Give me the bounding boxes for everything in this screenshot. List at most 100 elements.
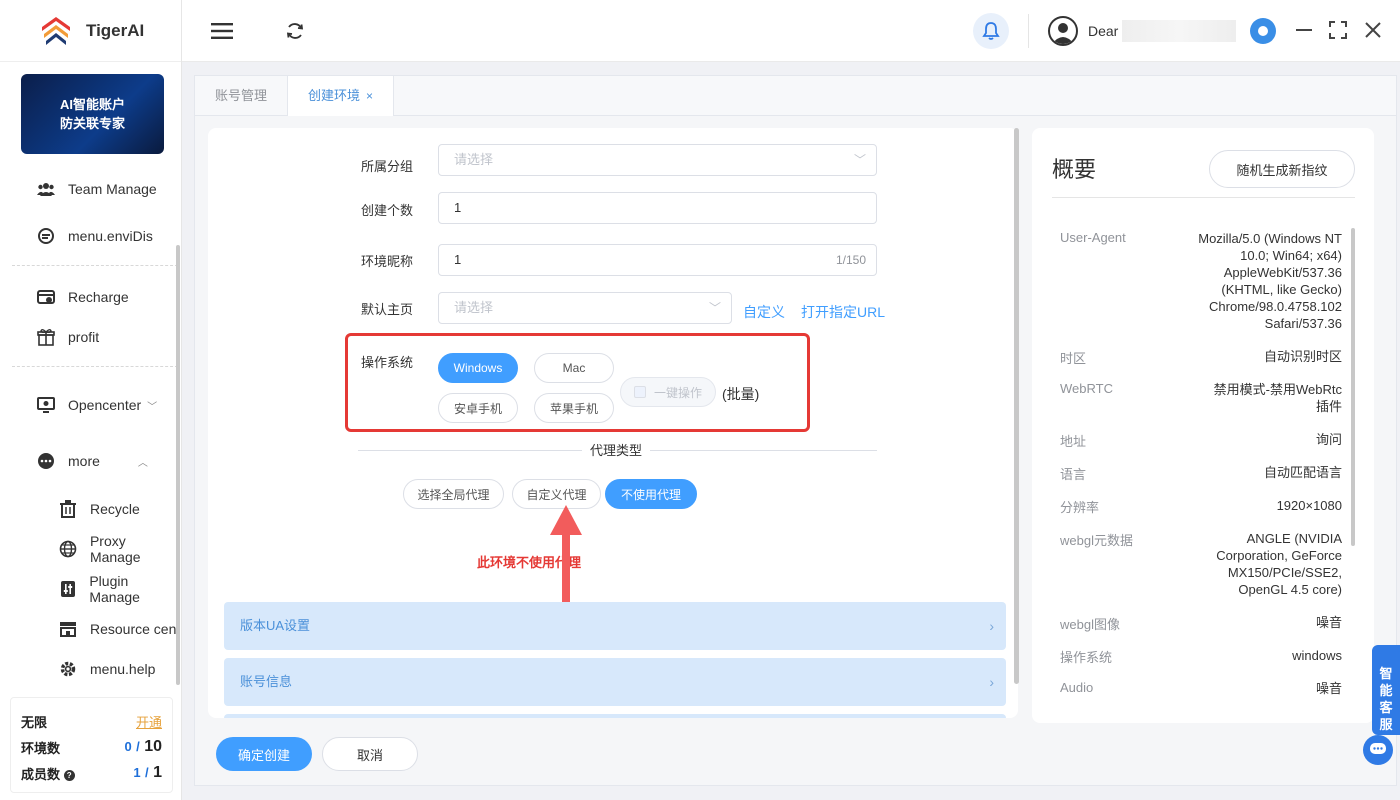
username-redacted xyxy=(1122,20,1236,42)
member-count-label: 成员数 ? xyxy=(21,764,75,783)
sidebar-scrollbar[interactable] xyxy=(176,245,180,685)
sidebar-item-profit[interactable]: profit xyxy=(0,321,180,353)
group-label: 所属分组 xyxy=(361,159,414,174)
sidebar-divider xyxy=(12,366,178,367)
regenerate-fingerprint-button[interactable]: 随机生成新指纹 xyxy=(1209,150,1355,188)
sidebar-item-team-manage[interactable]: Team Manage xyxy=(0,173,180,205)
sidebar-item-proxy-manage[interactable]: Proxy Manage xyxy=(0,533,180,565)
avatar[interactable] xyxy=(1048,16,1078,46)
open-plan-link[interactable]: 开通 xyxy=(136,712,162,731)
globe-icon xyxy=(57,538,79,560)
sidebar-item-more[interactable]: more ︿ xyxy=(0,445,180,477)
section-next-partial xyxy=(224,714,1006,718)
target-icon[interactable] xyxy=(1250,18,1276,44)
tab-account-manage[interactable]: 账号管理 xyxy=(195,76,287,116)
summary-divider xyxy=(1052,197,1355,198)
tiger-logo-icon xyxy=(40,15,72,47)
refresh-icon[interactable] xyxy=(281,17,309,45)
sidebar-item-plugin-manage[interactable]: Plugin Manage xyxy=(0,573,180,605)
summary-title: 概要 xyxy=(1052,157,1097,182)
os-option-android[interactable]: 安卓手机 xyxy=(438,393,518,423)
smart-support-tab[interactable]: 智能客服 xyxy=(1372,645,1400,735)
gift-icon xyxy=(35,326,57,348)
recharge-icon xyxy=(35,286,57,308)
tab-close-icon[interactable]: × xyxy=(366,89,373,103)
sidebar-item-recycle[interactable]: Recycle xyxy=(0,493,180,525)
os-label: 操作系统 xyxy=(361,355,414,370)
menu-icon[interactable] xyxy=(208,17,236,45)
notification-bell-icon[interactable] xyxy=(973,13,1009,49)
proxy-option-none[interactable]: 不使用代理 xyxy=(605,479,697,509)
store-icon xyxy=(57,618,79,640)
sidebar-item-label: Team Manage xyxy=(68,181,157,197)
proxy-section-title: 代理类型 xyxy=(582,440,651,459)
gear-icon xyxy=(57,658,79,680)
more-icon xyxy=(35,450,57,472)
help-icon[interactable]: ? xyxy=(63,769,75,781)
sidebar-item-label: Recharge xyxy=(68,289,129,305)
quota-member-row: 成员数 ? 1 / 1 xyxy=(21,760,162,786)
count-label: 创建个数 xyxy=(361,203,414,218)
sidebar-item-label: Opencenter xyxy=(68,397,142,413)
sidebar-item-label: menu.enviDis xyxy=(68,228,153,244)
chat-bubble-icon[interactable] xyxy=(1363,735,1393,765)
sidebar-item-envidis[interactable]: menu.enviDis xyxy=(0,220,180,252)
summary-scrollbar[interactable] xyxy=(1351,228,1355,546)
batch-checkbox[interactable]: 一键操作 xyxy=(620,377,716,407)
top-header: Dear xyxy=(182,0,1400,62)
logo[interactable]: TigerAI xyxy=(0,0,181,62)
minimize-icon[interactable] xyxy=(1292,18,1316,42)
confirm-create-button[interactable]: 确定创建 xyxy=(216,737,312,771)
summary-panel: 概要 随机生成新指纹 User-Agent Mozilla/5.0 (Window… xyxy=(1032,128,1374,723)
proxy-option-global[interactable]: 选择全局代理 xyxy=(403,479,504,509)
maximize-icon[interactable] xyxy=(1326,18,1350,42)
plugin-icon xyxy=(57,578,78,600)
quota-plan-row: 无限 开通 xyxy=(21,708,162,734)
app-window: TigerAI AI智能账户 防关联专家 Team Manage menu.en… xyxy=(0,0,1400,800)
plan-label: 无限 xyxy=(21,714,48,730)
sidebar-item-label: Plugin Manage xyxy=(89,573,140,605)
trash-icon xyxy=(57,498,79,520)
member-count-value: 1 / 1 xyxy=(133,764,162,781)
homepage-select[interactable]: 请选择 ﹀ xyxy=(438,292,732,324)
nickname-label: 环境昵称 xyxy=(361,254,414,269)
tab-create-env[interactable]: 创建环境 × xyxy=(287,76,395,117)
homepage-url-link[interactable]: 打开指定URL xyxy=(801,302,885,322)
cancel-button[interactable]: 取消 xyxy=(322,737,418,771)
chevron-up-icon: ︿ xyxy=(137,457,148,469)
count-input[interactable]: 1 xyxy=(438,192,877,224)
tab-bar: 账号管理 创建环境 × xyxy=(194,75,1397,117)
open-icon xyxy=(35,394,57,416)
section-account-info[interactable]: 账号信息 › xyxy=(224,658,1006,706)
sidebar-item-opencenter[interactable]: Opencenter ﹀ xyxy=(0,389,180,421)
env-count-value: 0 / 10 xyxy=(124,738,162,755)
sidebar-divider xyxy=(12,265,178,266)
os-option-ios[interactable]: 苹果手机 xyxy=(534,393,614,423)
team-icon xyxy=(35,178,57,200)
sidebar-item-label: more xyxy=(68,453,100,469)
chevron-down-icon: ﹀ xyxy=(708,301,721,315)
sidebar-item-recharge[interactable]: Recharge xyxy=(0,281,180,313)
app-name: TigerAI xyxy=(86,20,145,40)
nickname-input[interactable]: 1 1/150 xyxy=(438,244,877,276)
checkbox-icon xyxy=(633,386,646,398)
chevron-right-icon: › xyxy=(989,674,994,690)
group-select[interactable]: 请选择 ﹀ xyxy=(438,144,877,176)
header-divider xyxy=(1028,14,1029,48)
nickname-counter: 1/150 xyxy=(835,253,866,267)
chevron-down-icon: ﹀ xyxy=(853,153,866,167)
form-scrollbar[interactable] xyxy=(1014,128,1019,684)
sidebar-item-help[interactable]: menu.help xyxy=(0,653,180,685)
section-ua-settings[interactable]: 版本UA设置 › xyxy=(224,602,1006,650)
os-option-mac[interactable]: Mac xyxy=(534,353,614,383)
sidebar: TigerAI AI智能账户 防关联专家 Team Manage menu.en… xyxy=(0,0,182,800)
homepage-custom-link[interactable]: 自定义 xyxy=(743,302,785,322)
os-option-windows[interactable]: Windows xyxy=(438,353,518,383)
env-icon xyxy=(35,225,57,247)
close-icon[interactable] xyxy=(1361,18,1385,42)
quota-panel: 无限 开通 环境数 0 / 10 成员数 ? 1 / 1 xyxy=(10,697,173,793)
chevron-down-icon: ﹀ xyxy=(147,401,158,413)
promo-banner[interactable]: AI智能账户 防关联专家 xyxy=(21,74,164,154)
sidebar-item-resource-center[interactable]: Resource cen xyxy=(0,613,180,645)
quota-env-row: 环境数 0 / 10 xyxy=(21,734,162,760)
